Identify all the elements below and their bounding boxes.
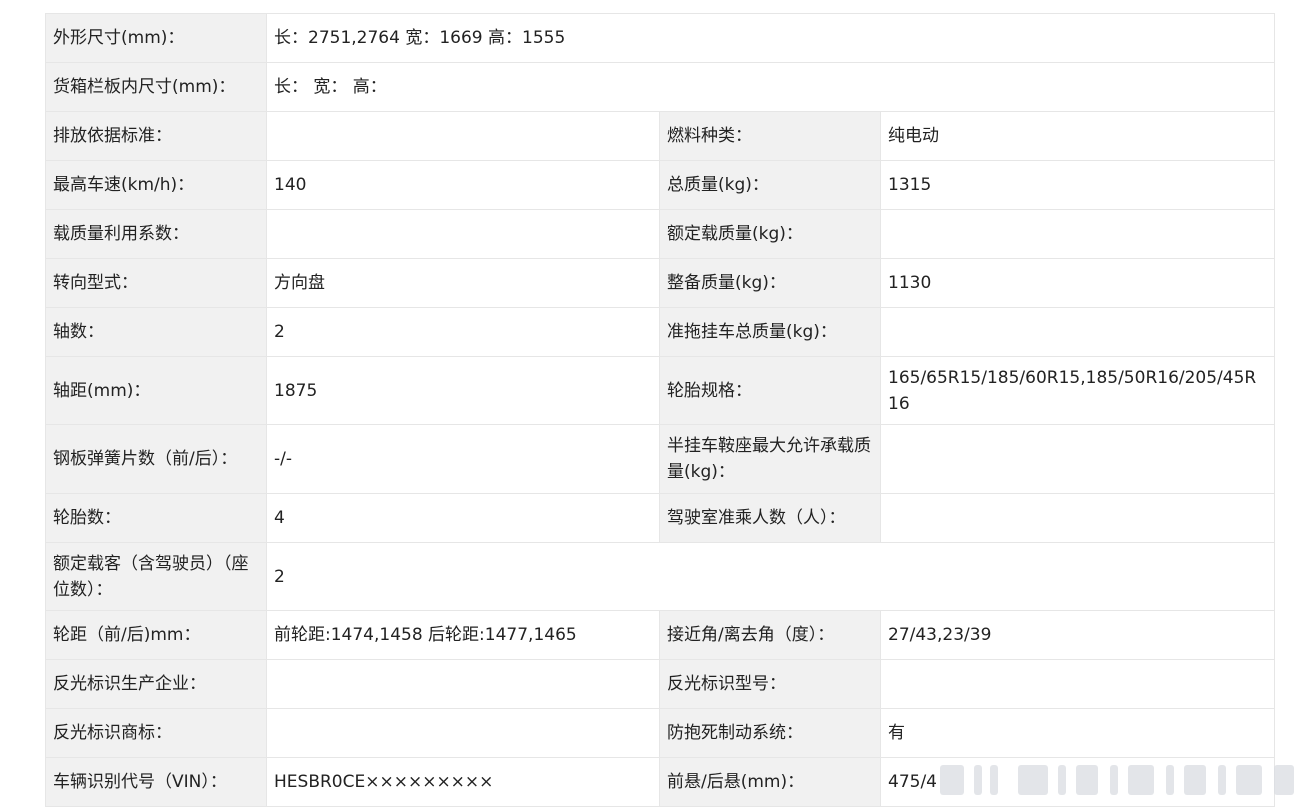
spec-value: 165/65R15/185/60R15,185/50R16/205/45R16 xyxy=(880,356,1275,425)
spec-label: 车辆识别代号（VIN）： xyxy=(45,757,267,807)
spec-value: 27/43,23/39 xyxy=(880,610,1275,660)
spec-label: 外形尺寸(mm)： xyxy=(45,13,267,63)
table-row: 轴距(mm)： 1875 轮胎规格： 165/65R15/185/60R15,1… xyxy=(45,356,1275,425)
spec-value: 前轮距:1474,1458 后轮距:1477,1465 xyxy=(266,610,660,660)
spec-value xyxy=(880,493,1275,543)
spec-label: 排放依据标准： xyxy=(45,111,267,161)
table-row: 轴数： 2 准拖挂车总质量(kg)： xyxy=(45,307,1275,357)
spec-value xyxy=(880,307,1275,357)
spec-value: 4 xyxy=(266,493,660,543)
spec-label: 反光标识商标： xyxy=(45,708,267,758)
spec-label: 驾驶室准乘人数（人）： xyxy=(659,493,881,543)
spec-value: 纯电动 xyxy=(880,111,1275,161)
spec-label: 准拖挂车总质量(kg)： xyxy=(659,307,881,357)
spec-value: 475/4 xyxy=(880,757,1275,807)
table-row: 反光标识商标： 防抱死制动系统： 有 xyxy=(45,708,1275,758)
spec-value: 1875 xyxy=(266,356,660,425)
table-row: 转向型式： 方向盘 整备质量(kg)： 1130 xyxy=(45,258,1275,308)
spec-value: 长： 宽： 高： xyxy=(266,62,1275,112)
spec-label: 转向型式： xyxy=(45,258,267,308)
spec-value xyxy=(266,209,660,259)
table-row: 载质量利用系数： 额定载质量(kg)： xyxy=(45,209,1275,259)
spec-value: -/- xyxy=(266,424,660,494)
spec-label: 整备质量(kg)： xyxy=(659,258,881,308)
spec-label: 燃料种类： xyxy=(659,111,881,161)
table-row: 车辆识别代号（VIN）： HESBR0CE××××××××× 前悬/后悬(mm)… xyxy=(45,757,1275,807)
table-row: 反光标识生产企业： 反光标识型号： xyxy=(45,659,1275,709)
spec-label: 轴距(mm)： xyxy=(45,356,267,425)
spec-value xyxy=(880,424,1275,494)
spec-label: 额定载质量(kg)： xyxy=(659,209,881,259)
spec-value: 有 xyxy=(880,708,1275,758)
spec-label: 前悬/后悬(mm)： xyxy=(659,757,881,807)
spec-value: 方向盘 xyxy=(266,258,660,308)
table-row: 排放依据标准： 燃料种类： 纯电动 xyxy=(45,111,1275,161)
spec-value: 长：2751,2764 宽：1669 高：1555 xyxy=(266,13,1275,63)
spec-label: 钢板弹簧片数（前/后）： xyxy=(45,424,267,494)
table-row: 轮胎数： 4 驾驶室准乘人数（人）： xyxy=(45,493,1275,543)
spec-value xyxy=(266,659,660,709)
spec-value: 2 xyxy=(266,307,660,357)
spec-value: 1315 xyxy=(880,160,1275,210)
spec-label: 货箱栏板内尺寸(mm)： xyxy=(45,62,267,112)
spec-label: 最高车速(km/h)： xyxy=(45,160,267,210)
table-row: 最高车速(km/h)： 140 总质量(kg)： 1315 xyxy=(45,160,1275,210)
table-row: 外形尺寸(mm)： 长：2751,2764 宽：1669 高：1555 xyxy=(45,13,1275,63)
spec-label: 接近角/离去角（度）： xyxy=(659,610,881,660)
spec-value xyxy=(266,111,660,161)
spec-label: 防抱死制动系统： xyxy=(659,708,881,758)
spec-value: 1130 xyxy=(880,258,1275,308)
spec-label: 总质量(kg)： xyxy=(659,160,881,210)
table-row: 额定载客（含驾驶员）（座位数）： 2 xyxy=(45,542,1275,611)
spec-value xyxy=(266,708,660,758)
table-row: 钢板弹簧片数（前/后）： -/- 半挂车鞍座最大允许承载质量(kg)： xyxy=(45,424,1275,494)
spec-value: HESBR0CE××××××××× xyxy=(266,757,660,807)
spec-value: 2 xyxy=(266,542,1275,611)
spec-label: 反光标识型号： xyxy=(659,659,881,709)
spec-label: 轮胎数： xyxy=(45,493,267,543)
spec-value: 140 xyxy=(266,160,660,210)
spec-value xyxy=(880,209,1275,259)
spec-label: 轮距（前/后)mm： xyxy=(45,610,267,660)
spec-label: 反光标识生产企业： xyxy=(45,659,267,709)
spec-label: 额定载客（含驾驶员）（座位数）： xyxy=(45,542,267,611)
spec-value xyxy=(880,659,1275,709)
table-row: 货箱栏板内尺寸(mm)： 长： 宽： 高： xyxy=(45,62,1275,112)
vehicle-spec-table: 外形尺寸(mm)： 长：2751,2764 宽：1669 高：1555 货箱栏板… xyxy=(45,13,1275,807)
spec-label: 轴数： xyxy=(45,307,267,357)
spec-label: 载质量利用系数： xyxy=(45,209,267,259)
table-row: 轮距（前/后)mm： 前轮距:1474,1458 后轮距:1477,1465 接… xyxy=(45,610,1275,660)
spec-label: 轮胎规格： xyxy=(659,356,881,425)
spec-label: 半挂车鞍座最大允许承载质量(kg)： xyxy=(659,424,881,494)
